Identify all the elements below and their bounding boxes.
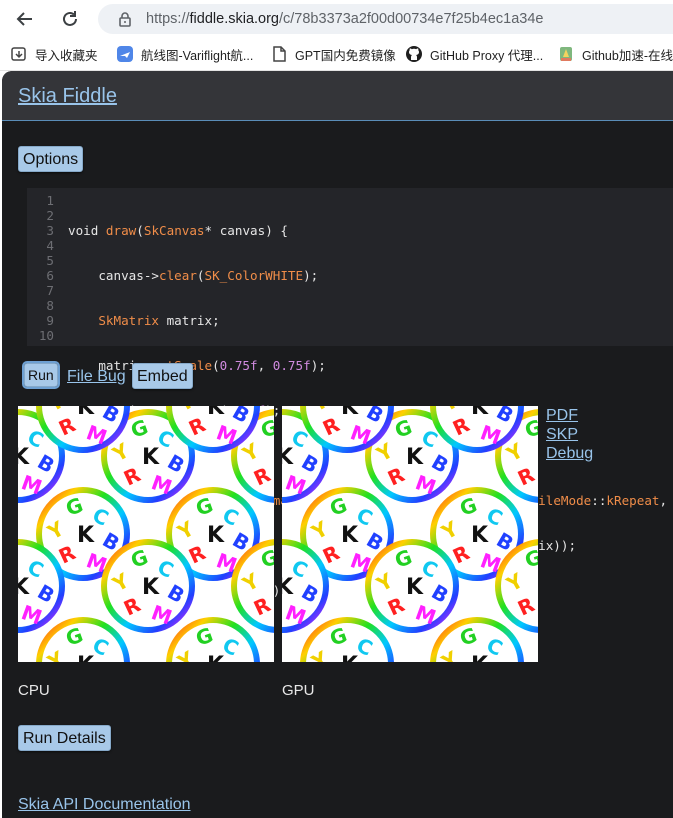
- run-details-button[interactable]: Run Details: [18, 725, 111, 751]
- lock-icon[interactable]: [116, 10, 134, 28]
- import-icon: [10, 45, 28, 63]
- bookmark-gpt[interactable]: GPT国内免费镜像: [270, 44, 396, 64]
- line-numbers: 1 2 3 4 5 6 7 8 9 10: [27, 193, 54, 343]
- cpu-output-image: G C Y K B R M: [18, 406, 274, 662]
- file-bug-link[interactable]: File Bug: [67, 368, 126, 386]
- bookmark-github-proxy[interactable]: GitHub Proxy 代理...: [405, 44, 543, 64]
- line-number: 10: [38, 328, 54, 343]
- bookmark-import[interactable]: 导入收藏夹: [10, 44, 98, 64]
- cpu-caption: CPU: [18, 682, 50, 699]
- code-line-1: void draw(SkCanvas* canvas) {: [68, 223, 288, 238]
- code-line-3: SkMatrix matrix;: [98, 313, 220, 328]
- api-documentation-link[interactable]: Skia API Documentation: [18, 796, 191, 814]
- gpu-caption: GPU: [282, 682, 315, 699]
- line-number: 8: [46, 298, 54, 313]
- back-arrow-icon: [16, 12, 32, 26]
- code-line-2: canvas->clear(SK_ColorWHITE);: [68, 268, 319, 283]
- site-header: Skia Fiddle: [2, 71, 673, 121]
- page-content: Skia Fiddle Options 1 2 3 4 5 6 7 8 9 10…: [2, 71, 673, 818]
- browser-toolbar: https://fiddle.skia.org/c/78b3373a2f00d0…: [0, 0, 673, 38]
- line-number: 5: [46, 253, 54, 268]
- line-number: 7: [46, 283, 54, 298]
- run-button[interactable]: Run: [22, 361, 60, 389]
- document-icon: [270, 45, 288, 63]
- line-number: 3: [46, 223, 54, 238]
- embed-button[interactable]: Embed: [132, 363, 193, 389]
- line-number: 6: [46, 268, 54, 283]
- pdf-link[interactable]: PDF: [546, 407, 578, 425]
- back-button[interactable]: [12, 6, 38, 32]
- url-text: https://fiddle.skia.org/c/78b3373a2f00d0…: [146, 11, 544, 27]
- bookmarks-bar: 导入收藏夹 航线图-Varifl​ight航... GPT国内免费镜像 GitH…: [0, 38, 673, 71]
- line-number: 2: [46, 208, 54, 223]
- site-title-link[interactable]: Skia Fiddle: [18, 85, 117, 108]
- gpu-output-image: [282, 406, 538, 662]
- bookmark-github-accel[interactable]: Github加速-在线: [557, 44, 673, 64]
- rocket-icon: [557, 45, 575, 63]
- line-number: 9: [46, 313, 54, 328]
- reload-icon: [63, 11, 77, 26]
- code-editor[interactable]: 1 2 3 4 5 6 7 8 9 10 void draw(SkCanvas*…: [27, 188, 673, 643]
- plane-app-icon: [116, 45, 134, 63]
- github-icon: [405, 45, 423, 63]
- line-number: 1: [46, 193, 54, 208]
- reload-button[interactable]: [57, 6, 83, 32]
- bookmark-variflight[interactable]: 航线图-Varifl​ight航...: [116, 44, 253, 64]
- options-button[interactable]: Options: [18, 146, 84, 172]
- line-number: 4: [46, 238, 54, 253]
- skp-link[interactable]: SKP: [546, 426, 578, 444]
- address-bar[interactable]: https://fiddle.skia.org/c/78b3373a2f00d0…: [98, 4, 673, 34]
- debug-link[interactable]: Debug: [546, 445, 593, 463]
